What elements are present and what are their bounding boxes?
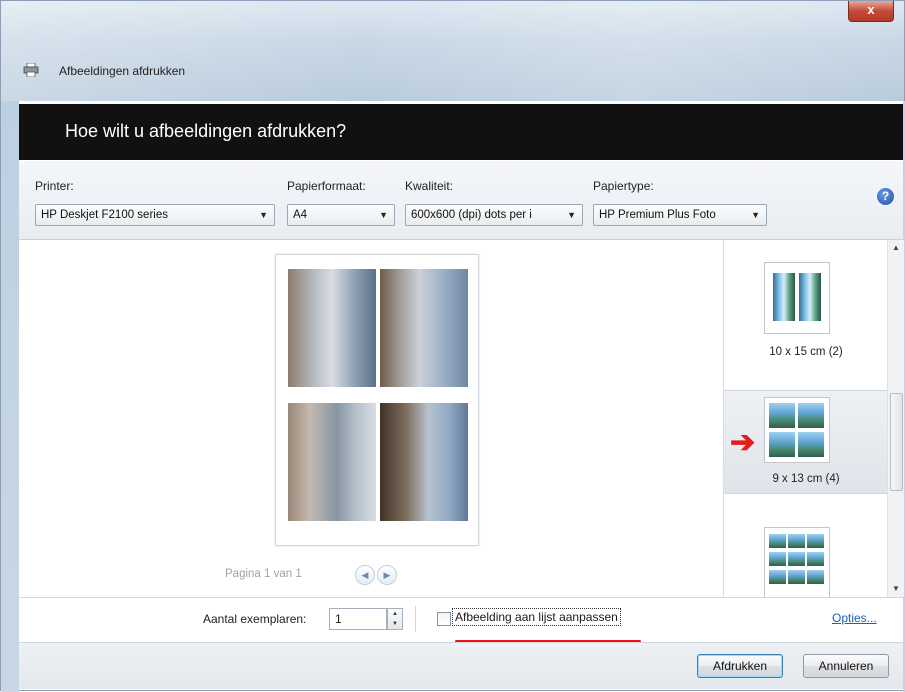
chevron-down-icon: ▼ xyxy=(567,210,576,220)
print-pictures-window: x Afbeeldingen afdrukken Hoe wilt u afbe… xyxy=(0,0,905,692)
layout-item[interactable] xyxy=(724,522,888,597)
copies-label: Aantal exemplaren: xyxy=(203,612,307,626)
copies-stepper[interactable]: ▲ ▼ xyxy=(387,608,403,630)
previous-page-button[interactable]: ◀ xyxy=(355,565,375,585)
scroll-down-icon[interactable]: ▼ xyxy=(888,581,904,597)
layout-thumbnail xyxy=(764,397,830,463)
paper-type-select[interactable]: HP Premium Plus Foto ▼ xyxy=(593,204,767,226)
layout-label: 10 x 15 cm (2) xyxy=(769,346,843,358)
page-indicator: Pagina 1 van 1 xyxy=(225,568,302,580)
chevron-down-icon: ▼ xyxy=(751,210,760,220)
scrollbar-thumb[interactable] xyxy=(890,393,903,491)
title-bar: x Afbeeldingen afdrukken xyxy=(1,1,904,101)
print-button[interactable]: Afdrukken xyxy=(697,654,783,678)
dialog-footer: Afdrukken Annuleren xyxy=(19,642,903,689)
fit-picture-checkbox[interactable] xyxy=(437,612,451,626)
paper-preview xyxy=(275,254,479,546)
photo-thumbnail xyxy=(380,403,468,521)
layout-thumbnail xyxy=(764,262,830,334)
paper-size-label: Papierformaat: xyxy=(287,179,366,193)
copies-input[interactable]: 1 xyxy=(329,608,387,630)
photo-thumbnail xyxy=(288,403,376,521)
header-band: Hoe wilt u afbeeldingen afdrukken? xyxy=(19,104,903,160)
window-title: Afbeeldingen afdrukken xyxy=(59,64,186,78)
cancel-button[interactable]: Annuleren xyxy=(803,654,889,678)
printer-label: Printer: xyxy=(35,179,74,193)
next-page-button[interactable]: ▶ xyxy=(377,565,397,585)
chevron-down-icon: ▼ xyxy=(379,210,388,220)
copies-bar: Aantal exemplaren: 1 ▲ ▼ Afbeelding aan l… xyxy=(19,597,903,642)
fit-picture-label[interactable]: Afbeelding aan lijst aanpassen xyxy=(452,608,621,626)
close-button[interactable]: x xyxy=(848,1,894,22)
paper-type-label: Papiertype: xyxy=(593,179,654,193)
printer-select[interactable]: HP Deskjet F2100 series ▼ xyxy=(35,204,275,226)
photo-thumbnail xyxy=(288,269,376,387)
layout-label: 9 x 13 cm (4) xyxy=(772,473,840,485)
layout-list: 10 x 15 cm (2) 9 x 13 cm (4) xyxy=(723,240,888,597)
layout-item[interactable]: 10 x 15 cm (2) xyxy=(724,240,888,380)
chevron-down-icon: ▼ xyxy=(259,210,268,220)
page-title: Hoe wilt u afbeeldingen afdrukken? xyxy=(65,121,347,141)
options-link[interactable]: Opties... xyxy=(832,611,877,625)
layout-scrollbar[interactable]: ▲ ▼ xyxy=(887,240,904,597)
quality-label: Kwaliteit: xyxy=(405,179,454,193)
layout-thumbnail xyxy=(764,527,830,597)
photo-thumbnail xyxy=(380,269,468,387)
print-options-bar: Printer: HP Deskjet F2100 series ▼ Papier… xyxy=(19,161,903,240)
printer-icon xyxy=(23,63,39,77)
help-icon[interactable]: ? xyxy=(877,188,894,205)
scroll-up-icon[interactable]: ▲ xyxy=(888,240,904,256)
paper-size-select[interactable]: A4 ▼ xyxy=(287,204,395,226)
print-preview: Pagina 1 van 1 ◀ ▶ xyxy=(19,240,723,597)
quality-select[interactable]: 600x600 (dpi) dots per i ▼ xyxy=(405,204,583,226)
red-arrow-annotation: ➔ xyxy=(730,426,756,459)
